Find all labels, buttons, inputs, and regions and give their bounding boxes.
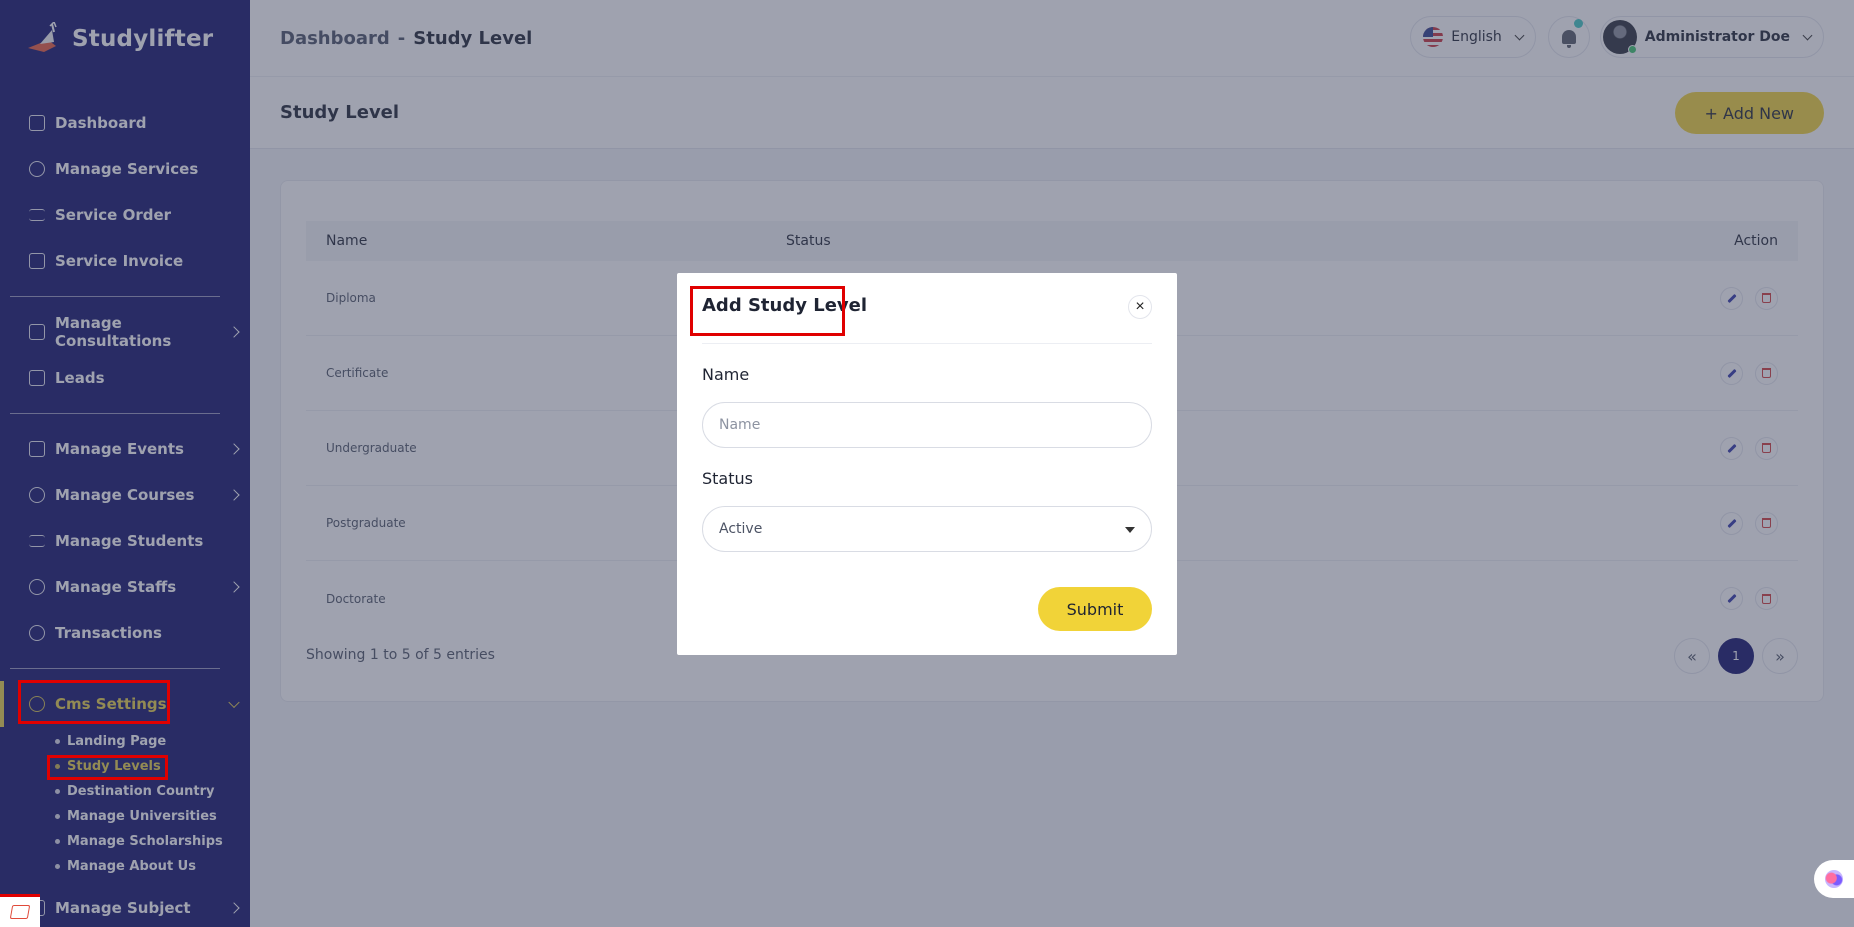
modal-title: Add Study Level — [702, 295, 868, 316]
add-study-level-modal: Add Study Level × Name Status Active Sub… — [677, 273, 1177, 655]
brain-icon — [1825, 870, 1843, 888]
caret-down-icon — [1125, 527, 1135, 533]
debug-widget[interactable] — [0, 894, 40, 927]
name-input[interactable] — [702, 402, 1152, 448]
close-icon: × — [1135, 298, 1145, 315]
status-select-value: Active — [719, 521, 763, 537]
close-button[interactable]: × — [1128, 295, 1152, 319]
status-label: Status — [702, 469, 753, 488]
laravel-icon — [9, 905, 31, 919]
modal-divider — [702, 343, 1152, 344]
status-select[interactable]: Active — [702, 506, 1152, 552]
submit-button[interactable]: Submit — [1038, 587, 1152, 631]
assistant-widget[interactable] — [1814, 860, 1854, 898]
name-label: Name — [702, 365, 750, 384]
